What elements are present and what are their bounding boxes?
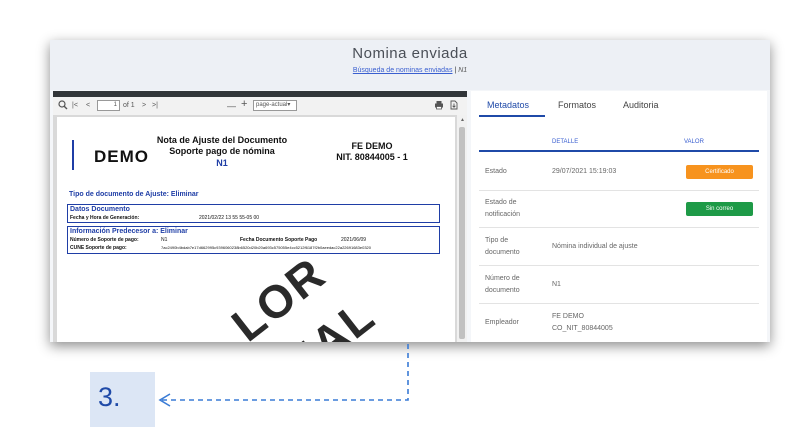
screenshot-stage: Nomina enviada Búsqueda de nominas envia… (0, 0, 810, 439)
step-number: 3. (98, 382, 121, 412)
step-callout: 3. (90, 372, 155, 427)
